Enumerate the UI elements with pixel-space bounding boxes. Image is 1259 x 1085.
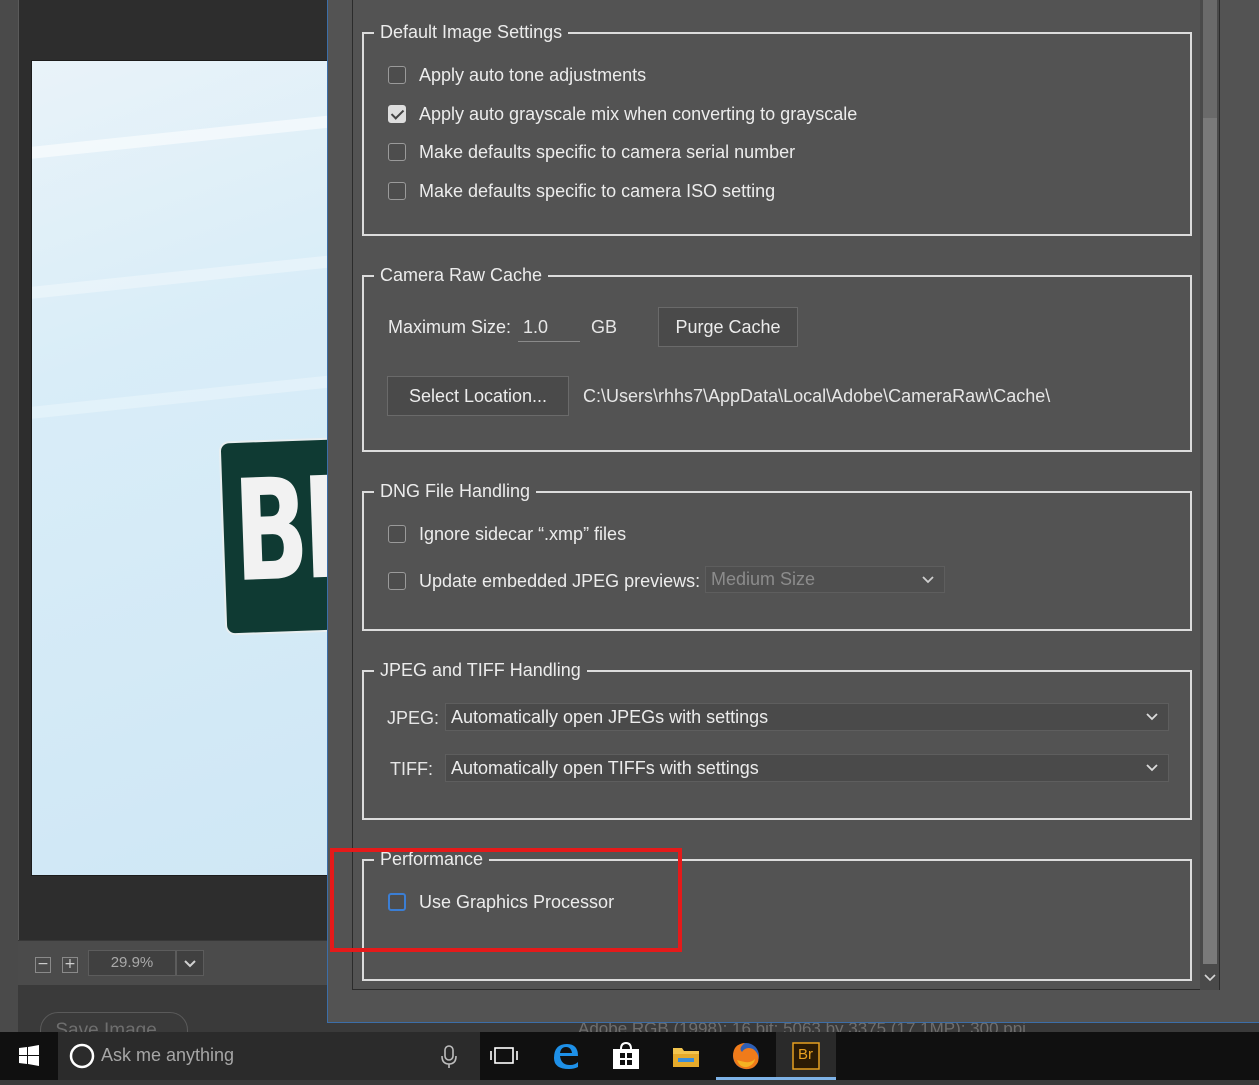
tiff-handling-select[interactable]: Automatically open TIFFs with settings [445,754,1169,782]
purge-cache-button[interactable]: Purge Cache [658,307,798,347]
jpeg-tiff-handling-group: JPEG and TIFF Handling [362,657,1192,820]
select-location-button[interactable]: Select Location... [387,376,569,416]
cloud-streak [32,252,328,302]
cache-location-path: C:\Users\rhhs7\AppData\Local\Adobe\Camer… [583,386,1051,406]
maximum-size-input[interactable]: 1.0 [518,312,580,342]
serial-number-defaults-option[interactable]: Make defaults specific to camera serial … [388,139,795,165]
jpeg-label: JPEG: [387,708,440,728]
update-jpeg-previews-option[interactable]: Update embedded JPEG previews: [388,568,700,594]
street-sign: BI [218,436,329,636]
background-window-edge [0,0,18,1032]
image-preview: BI [31,60,329,876]
firefox-button[interactable] [716,1032,776,1080]
chevron-down-icon [1146,713,1158,721]
windows-start-icon [19,1045,39,1066]
edge-icon [554,1044,578,1069]
ignore-sidecar-option[interactable]: Ignore sidecar “.xmp” files [388,521,626,547]
task-view-button[interactable] [474,1032,534,1080]
microphone-icon[interactable] [439,1032,459,1080]
chevron-down-icon [1146,764,1158,772]
group-title: DNG File Handling [374,478,537,504]
iso-defaults-option[interactable]: Make defaults specific to camera ISO set… [388,178,775,204]
cloud-streak [32,113,328,161]
zoom-out-icon[interactable]: − [35,957,51,973]
auto-tone-option[interactable]: Apply auto tone adjustments [388,62,646,88]
chevron-down-icon [184,960,196,968]
file-explorer-button[interactable] [656,1032,716,1080]
option-label: Apply auto tone adjustments [419,64,647,85]
bridge-label: Br [798,1046,813,1063]
start-button[interactable] [0,1032,58,1080]
street-sign-text: BI [231,447,329,615]
jpeg-handling-select[interactable]: Automatically open JPEGs with settings [445,703,1169,731]
edge-button[interactable] [536,1032,596,1080]
zoom-dropdown-button[interactable] [176,950,204,976]
jpeg-handling-value: Automatically open JPEGs with settings [451,707,769,727]
option-label: Ignore sidecar “.xmp” files [419,523,627,544]
dng-file-handling-group: DNG File Handling [362,478,1192,631]
store-icon [613,1041,639,1069]
scroll-down-icon[interactable] [1203,968,1217,986]
maximum-size-label: Maximum Size: [388,316,512,337]
auto-tone-checkbox[interactable] [388,66,406,84]
option-label: Apply auto grayscale mix when converting… [419,103,858,124]
group-title: Camera Raw Cache [374,262,549,288]
annotation-highlight-box [330,848,682,952]
group-title: JPEG and TIFF Handling [374,657,587,683]
iso-setting-checkbox[interactable] [388,182,406,200]
chevron-down-icon [922,576,934,584]
ignore-sidecar-checkbox[interactable] [388,525,406,543]
group-title: Default Image Settings [374,19,569,45]
store-button[interactable] [596,1032,656,1080]
file-explorer-icon [673,1048,699,1067]
adobe-bridge-button[interactable]: Br [776,1032,836,1080]
zoom-in-icon[interactable]: + [62,957,78,973]
scrollbar-thumb[interactable] [1203,0,1217,118]
cloud-streak [32,374,328,420]
cortana-search-box[interactable]: Ask me anything [58,1032,480,1080]
scrollbar-lower-track[interactable] [1203,118,1217,964]
serial-number-checkbox[interactable] [388,143,406,161]
windows-taskbar: Ask me anything Br [0,1032,1259,1080]
search-placeholder: Ask me anything [101,1045,235,1065]
preview-size-value: Medium Size [711,569,816,589]
tiff-label: TIFF: [390,759,433,779]
cortana-icon [69,1043,95,1069]
zoom-level-field[interactable]: 29.9% [88,950,176,976]
zoom-bar: − + 29.9% [18,940,330,985]
preview-size-select[interactable]: Medium Size [705,566,945,593]
option-label: Make defaults specific to camera serial … [419,141,796,162]
option-label: Update embedded JPEG previews: [419,570,701,591]
option-label: Make defaults specific to camera ISO set… [419,180,776,201]
task-view-icon [490,1047,518,1064]
update-previews-checkbox[interactable] [388,572,406,590]
camera-raw-cache-group: Camera Raw Cache [362,262,1192,452]
auto-grayscale-option[interactable]: Apply auto grayscale mix when converting… [388,101,857,127]
cache-size-unit: GB [591,317,618,337]
auto-grayscale-checkbox[interactable] [388,105,406,123]
firefox-icon [733,1043,759,1070]
tiff-handling-value: Automatically open TIFFs with settings [451,758,759,778]
